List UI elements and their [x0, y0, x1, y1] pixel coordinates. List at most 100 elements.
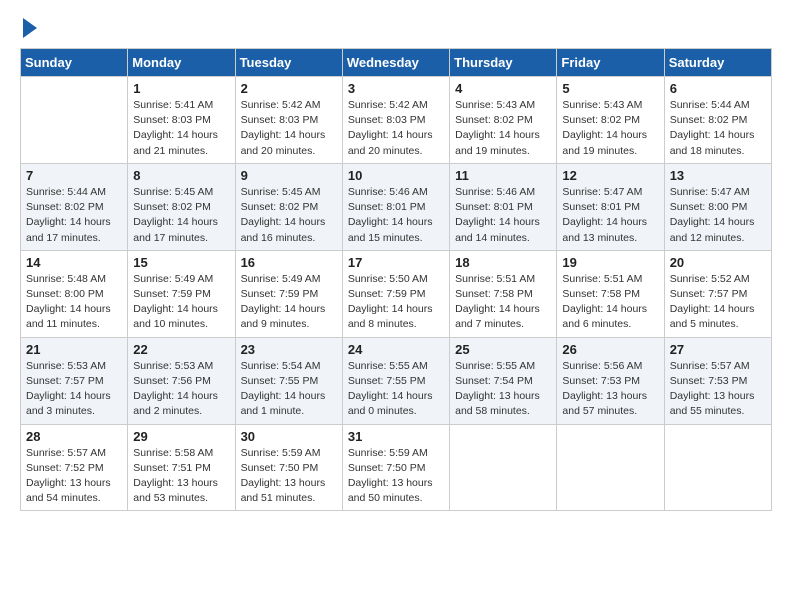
- day-info: Sunrise: 5:52 AM Sunset: 7:57 PM Dayligh…: [670, 272, 766, 333]
- calendar-day-cell: 30 Sunrise: 5:59 AM Sunset: 7:50 PM Dayli…: [235, 424, 342, 511]
- calendar-week-row: 28 Sunrise: 5:57 AM Sunset: 7:52 PM Dayli…: [21, 424, 772, 511]
- day-info: Sunrise: 5:50 AM Sunset: 7:59 PM Dayligh…: [348, 272, 444, 333]
- day-info: Sunrise: 5:43 AM Sunset: 8:02 PM Dayligh…: [455, 98, 551, 159]
- day-number: 24: [348, 342, 444, 357]
- day-number: 31: [348, 429, 444, 444]
- calendar-day-cell: [21, 77, 128, 164]
- calendar-week-row: 7 Sunrise: 5:44 AM Sunset: 8:02 PM Daylig…: [21, 163, 772, 250]
- calendar-week-row: 1Sunrise: 5:41 AM Sunset: 8:03 PM Daylig…: [21, 77, 772, 164]
- day-number: 5: [562, 81, 658, 96]
- day-number: 26: [562, 342, 658, 357]
- day-number: 18: [455, 255, 551, 270]
- calendar-day-cell: 6 Sunrise: 5:44 AM Sunset: 8:02 PM Daylig…: [664, 77, 771, 164]
- day-number: 28: [26, 429, 122, 444]
- calendar-day-cell: 25 Sunrise: 5:55 AM Sunset: 7:54 PM Dayli…: [450, 337, 557, 424]
- day-info: Sunrise: 5:54 AM Sunset: 7:55 PM Dayligh…: [241, 359, 337, 420]
- calendar-day-cell: 3 Sunrise: 5:42 AM Sunset: 8:03 PM Daylig…: [342, 77, 449, 164]
- calendar-header-row: SundayMondayTuesdayWednesdayThursdayFrid…: [21, 49, 772, 77]
- calendar-day-cell: 16 Sunrise: 5:49 AM Sunset: 7:59 PM Dayli…: [235, 250, 342, 337]
- day-number: 12: [562, 168, 658, 183]
- day-of-week-header: Tuesday: [235, 49, 342, 77]
- day-number: 7: [26, 168, 122, 183]
- day-info: Sunrise: 5:42 AM Sunset: 8:03 PM Dayligh…: [348, 98, 444, 159]
- calendar-day-cell: 9 Sunrise: 5:45 AM Sunset: 8:02 PM Daylig…: [235, 163, 342, 250]
- calendar-day-cell: 24 Sunrise: 5:55 AM Sunset: 7:55 PM Dayli…: [342, 337, 449, 424]
- day-info: Sunrise: 5:43 AM Sunset: 8:02 PM Dayligh…: [562, 98, 658, 159]
- calendar-day-cell: 11 Sunrise: 5:46 AM Sunset: 8:01 PM Dayli…: [450, 163, 557, 250]
- page-header: [20, 20, 772, 38]
- day-of-week-header: Sunday: [21, 49, 128, 77]
- day-info: Sunrise: 5:59 AM Sunset: 7:50 PM Dayligh…: [348, 446, 444, 507]
- day-number: 25: [455, 342, 551, 357]
- calendar-day-cell: 26 Sunrise: 5:56 AM Sunset: 7:53 PM Dayli…: [557, 337, 664, 424]
- day-number: 4: [455, 81, 551, 96]
- calendar-day-cell: 15 Sunrise: 5:49 AM Sunset: 7:59 PM Dayli…: [128, 250, 235, 337]
- calendar-day-cell: 18 Sunrise: 5:51 AM Sunset: 7:58 PM Dayli…: [450, 250, 557, 337]
- day-number: 6: [670, 81, 766, 96]
- day-info: Sunrise: 5:57 AM Sunset: 7:53 PM Dayligh…: [670, 359, 766, 420]
- day-number: 1: [133, 81, 229, 96]
- day-info: Sunrise: 5:53 AM Sunset: 7:57 PM Dayligh…: [26, 359, 122, 420]
- day-number: 14: [26, 255, 122, 270]
- calendar-day-cell: 2 Sunrise: 5:42 AM Sunset: 8:03 PM Daylig…: [235, 77, 342, 164]
- day-info: Sunrise: 5:55 AM Sunset: 7:55 PM Dayligh…: [348, 359, 444, 420]
- day-number: 22: [133, 342, 229, 357]
- day-info: Sunrise: 5:44 AM Sunset: 8:02 PM Dayligh…: [670, 98, 766, 159]
- calendar-day-cell: 29Sunrise: 5:58 AM Sunset: 7:51 PM Dayli…: [128, 424, 235, 511]
- calendar-day-cell: 1Sunrise: 5:41 AM Sunset: 8:03 PM Daylig…: [128, 77, 235, 164]
- day-number: 30: [241, 429, 337, 444]
- logo-arrow-icon: [23, 18, 37, 38]
- day-info: Sunrise: 5:49 AM Sunset: 7:59 PM Dayligh…: [133, 272, 229, 333]
- day-info: Sunrise: 5:44 AM Sunset: 8:02 PM Dayligh…: [26, 185, 122, 246]
- calendar-day-cell: 10 Sunrise: 5:46 AM Sunset: 8:01 PM Dayli…: [342, 163, 449, 250]
- calendar-day-cell: 21Sunrise: 5:53 AM Sunset: 7:57 PM Dayli…: [21, 337, 128, 424]
- logo: [20, 20, 37, 38]
- day-number: 8: [133, 168, 229, 183]
- day-number: 16: [241, 255, 337, 270]
- day-number: 20: [670, 255, 766, 270]
- calendar-week-row: 14 Sunrise: 5:48 AM Sunset: 8:00 PM Dayli…: [21, 250, 772, 337]
- day-info: Sunrise: 5:42 AM Sunset: 8:03 PM Dayligh…: [241, 98, 337, 159]
- calendar-week-row: 21Sunrise: 5:53 AM Sunset: 7:57 PM Dayli…: [21, 337, 772, 424]
- day-of-week-header: Thursday: [450, 49, 557, 77]
- day-info: Sunrise: 5:51 AM Sunset: 7:58 PM Dayligh…: [455, 272, 551, 333]
- calendar-day-cell: 22 Sunrise: 5:53 AM Sunset: 7:56 PM Dayli…: [128, 337, 235, 424]
- day-info: Sunrise: 5:46 AM Sunset: 8:01 PM Dayligh…: [455, 185, 551, 246]
- calendar-day-cell: 28 Sunrise: 5:57 AM Sunset: 7:52 PM Dayli…: [21, 424, 128, 511]
- day-info: Sunrise: 5:48 AM Sunset: 8:00 PM Dayligh…: [26, 272, 122, 333]
- day-number: 27: [670, 342, 766, 357]
- day-info: Sunrise: 5:46 AM Sunset: 8:01 PM Dayligh…: [348, 185, 444, 246]
- day-number: 13: [670, 168, 766, 183]
- calendar-day-cell: 17Sunrise: 5:50 AM Sunset: 7:59 PM Dayli…: [342, 250, 449, 337]
- calendar-day-cell: [557, 424, 664, 511]
- day-info: Sunrise: 5:45 AM Sunset: 8:02 PM Dayligh…: [241, 185, 337, 246]
- calendar-table: SundayMondayTuesdayWednesdayThursdayFrid…: [20, 48, 772, 511]
- day-number: 15: [133, 255, 229, 270]
- day-number: 23: [241, 342, 337, 357]
- day-of-week-header: Monday: [128, 49, 235, 77]
- day-info: Sunrise: 5:47 AM Sunset: 8:01 PM Dayligh…: [562, 185, 658, 246]
- day-info: Sunrise: 5:55 AM Sunset: 7:54 PM Dayligh…: [455, 359, 551, 420]
- calendar-day-cell: 27 Sunrise: 5:57 AM Sunset: 7:53 PM Dayli…: [664, 337, 771, 424]
- day-info: Sunrise: 5:53 AM Sunset: 7:56 PM Dayligh…: [133, 359, 229, 420]
- day-number: 19: [562, 255, 658, 270]
- day-number: 2: [241, 81, 337, 96]
- day-info: Sunrise: 5:59 AM Sunset: 7:50 PM Dayligh…: [241, 446, 337, 507]
- day-info: Sunrise: 5:56 AM Sunset: 7:53 PM Dayligh…: [562, 359, 658, 420]
- day-number: 3: [348, 81, 444, 96]
- calendar-day-cell: 7 Sunrise: 5:44 AM Sunset: 8:02 PM Daylig…: [21, 163, 128, 250]
- day-of-week-header: Wednesday: [342, 49, 449, 77]
- day-number: 29: [133, 429, 229, 444]
- calendar-day-cell: 19 Sunrise: 5:51 AM Sunset: 7:58 PM Dayli…: [557, 250, 664, 337]
- day-number: 10: [348, 168, 444, 183]
- day-info: Sunrise: 5:57 AM Sunset: 7:52 PM Dayligh…: [26, 446, 122, 507]
- day-info: Sunrise: 5:49 AM Sunset: 7:59 PM Dayligh…: [241, 272, 337, 333]
- day-number: 11: [455, 168, 551, 183]
- day-of-week-header: Friday: [557, 49, 664, 77]
- calendar-day-cell: 31 Sunrise: 5:59 AM Sunset: 7:50 PM Dayli…: [342, 424, 449, 511]
- calendar-day-cell: 20 Sunrise: 5:52 AM Sunset: 7:57 PM Dayli…: [664, 250, 771, 337]
- calendar-day-cell: [664, 424, 771, 511]
- day-number: 9: [241, 168, 337, 183]
- calendar-day-cell: 12 Sunrise: 5:47 AM Sunset: 8:01 PM Dayli…: [557, 163, 664, 250]
- day-info: Sunrise: 5:51 AM Sunset: 7:58 PM Dayligh…: [562, 272, 658, 333]
